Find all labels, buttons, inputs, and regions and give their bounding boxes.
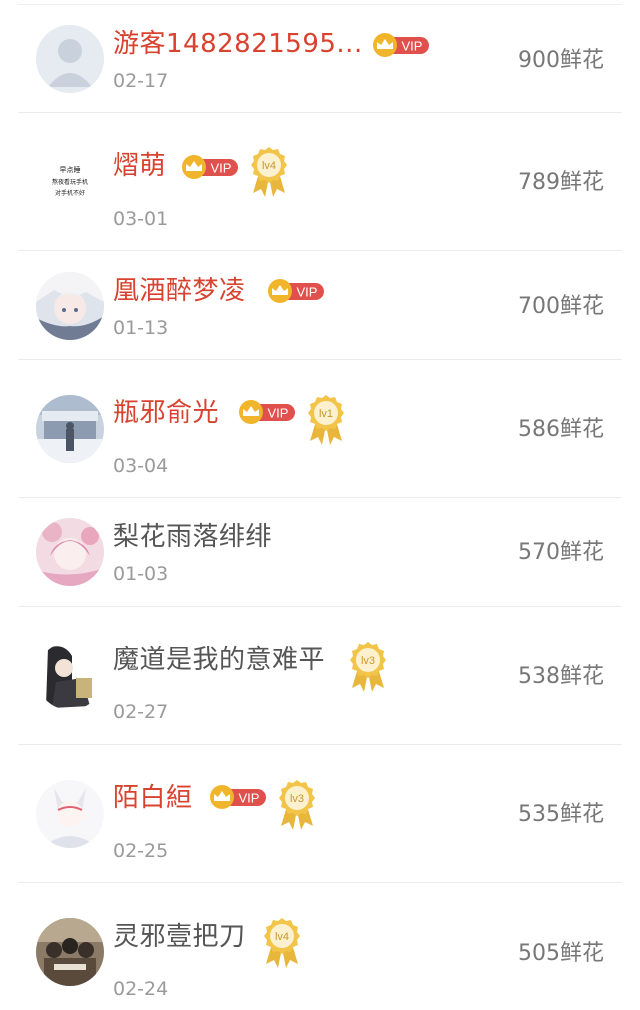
level-medal-icon: lv3 [277,778,317,832]
pink-anime-avatar[interactable] [36,518,104,586]
date-label: 01-13 [113,317,169,339]
level-medal-icon: lv1 [306,393,346,447]
date-label: 02-25 [113,840,169,862]
flower-count: 570鲜花 [518,540,604,565]
ranking-row[interactable]: 凰酒醉梦凌 VIP 01-13 700鲜花 [0,251,640,360]
date-label: 02-27 [113,701,169,723]
ranking-row[interactable]: 梨花雨落绯绯 01-03 570鲜花 [0,498,640,607]
svg-text:VIP: VIP [402,39,423,54]
date-label: 01-03 [113,563,169,585]
group-photo-avatar[interactable] [36,918,104,986]
svg-text:lv4: lv4 [262,160,276,172]
white-fox-avatar[interactable] [36,780,104,848]
date-label: 03-01 [113,208,169,230]
flower-count: 535鲜花 [518,802,604,827]
vip-badge: VIP [371,33,429,57]
ranking-row[interactable]: 早点睡 熬夜看玩手机 对手机不好 熠萌 VIP lv4 03-01 789鲜花 [0,113,640,251]
level-medal-icon: lv4 [262,916,302,970]
svg-text:早点睡: 早点睡 [60,166,81,174]
user-name[interactable]: 灵邪壹把刀 [113,921,246,953]
svg-text:VIP: VIP [268,406,289,421]
anime-avatar[interactable] [36,272,104,340]
ranking-row[interactable]: 瓶邪俞光 VIP lv1 03-04 586鲜花 [0,360,640,498]
svg-text:lv4: lv4 [275,931,289,943]
user-name[interactable]: 瓶邪俞光 [113,397,219,429]
svg-text:lv3: lv3 [361,655,375,667]
date-label: 02-17 [113,70,169,92]
vip-badge: VIP [237,400,295,424]
user-name[interactable]: 梨花雨落绯绯 [113,521,272,553]
date-label: 03-04 [113,455,169,477]
level-medal-icon: lv3 [348,640,388,694]
vip-badge: VIP [180,155,238,179]
user-name[interactable]: 凰酒醉梦凌 [113,275,246,307]
flower-count: 700鲜花 [518,294,604,319]
default-avatar[interactable] [36,25,104,93]
flower-count: 900鲜花 [518,48,604,73]
flower-count: 789鲜花 [518,170,604,195]
user-name[interactable]: 游客1482821595... [113,28,363,60]
svg-text:lv1: lv1 [319,408,333,420]
flower-count: 538鲜花 [518,664,604,689]
svg-text:lv3: lv3 [290,793,304,805]
ranking-row[interactable]: 陌白絙 VIP lv3 02-25 535鲜花 [0,745,640,883]
user-name[interactable]: 熠萌 [113,150,166,182]
svg-text:对手机不好: 对手机不好 [55,189,85,197]
vip-badge: VIP [208,785,266,809]
snow-scene-avatar[interactable] [36,395,104,463]
svg-text:熬夜看玩手机: 熬夜看玩手机 [52,178,88,186]
svg-text:VIP: VIP [239,791,260,806]
level-medal-icon: lv4 [249,145,289,199]
ranking-row[interactable]: 游客1482821595... VIP 02-17 900鲜花 [0,5,640,113]
user-name[interactable]: 陌白絙 [113,782,193,814]
svg-text:VIP: VIP [211,161,232,176]
text-card-avatar[interactable]: 早点睡 熬夜看玩手机 对手机不好 [36,148,104,216]
user-name[interactable]: 魔道是我的意难平 [113,644,325,676]
date-label: 02-24 [113,978,169,1000]
flower-count: 586鲜花 [518,417,604,442]
dark-hair-avatar[interactable] [36,642,104,710]
svg-text:VIP: VIP [297,285,318,300]
vip-badge: VIP [266,279,324,303]
flower-count: 505鲜花 [518,941,604,966]
ranking-row[interactable]: 魔道是我的意难平 lv3 02-27 538鲜花 [0,607,640,745]
ranking-row[interactable]: 灵邪壹把刀 lv4 02-24 505鲜花 [0,883,640,1010]
